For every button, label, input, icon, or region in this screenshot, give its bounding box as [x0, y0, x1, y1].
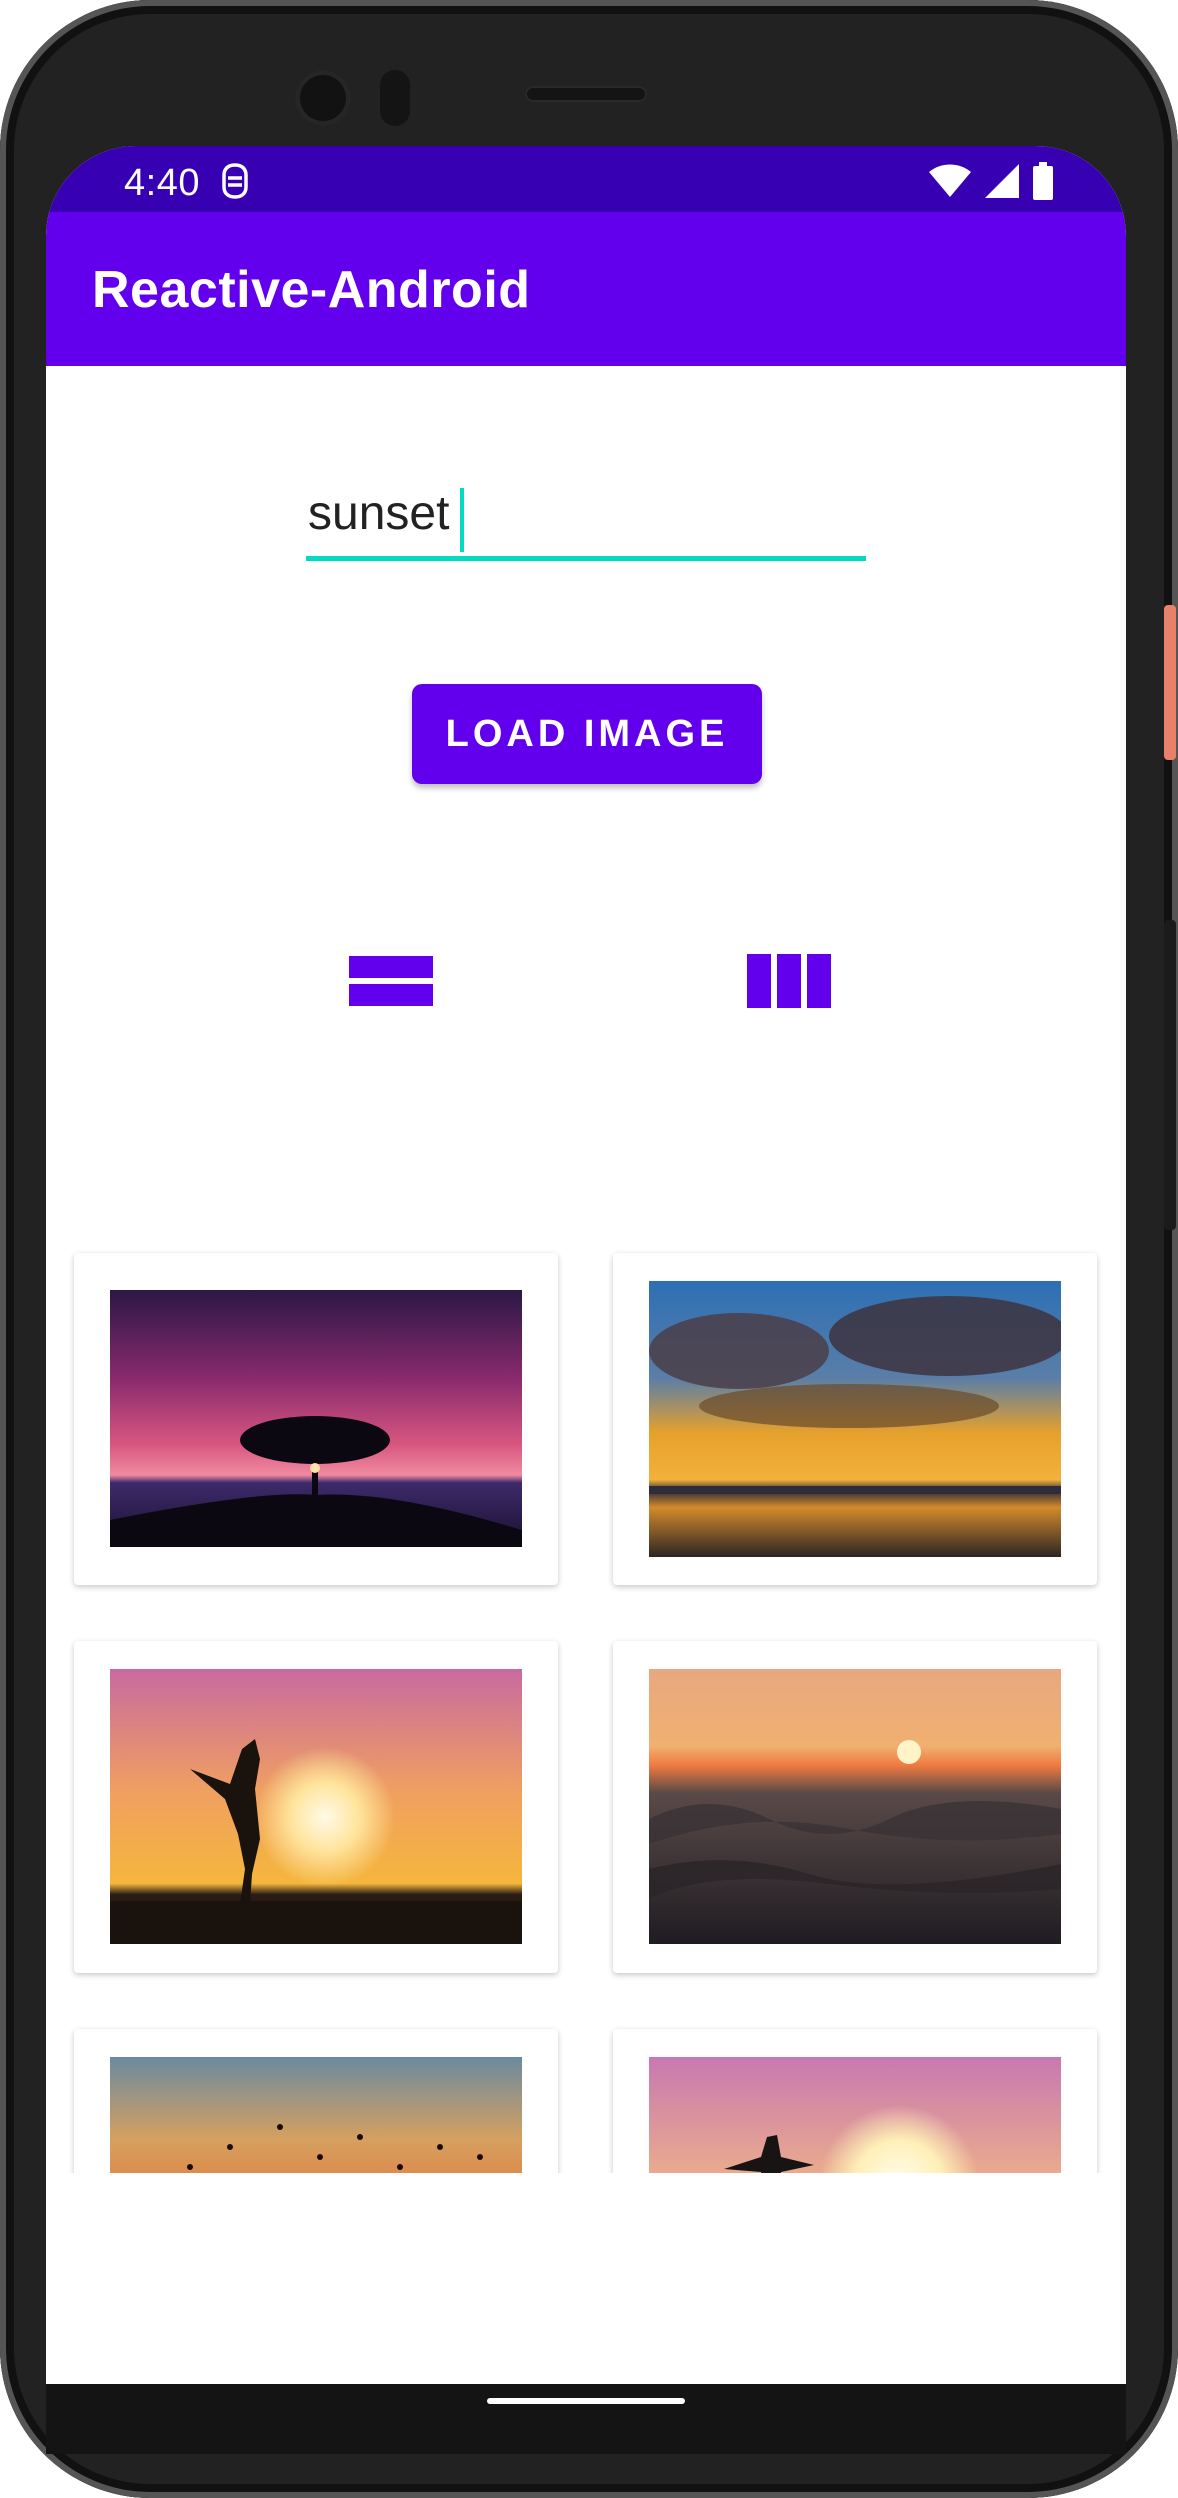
status-icons — [928, 162, 1054, 200]
sunset-clouds-lake-thumbnail — [649, 1281, 1061, 1557]
screen: 4:40 Reactive-Android sunset LOAD IMAGE — [46, 146, 1126, 2384]
list-layout-icon[interactable] — [349, 954, 433, 1008]
image-card[interactable] — [74, 2029, 558, 2173]
power-button — [1164, 605, 1176, 760]
app-bar: Reactive-Android — [46, 212, 1126, 366]
load-image-button[interactable]: LOAD IMAGE — [412, 684, 762, 784]
bottom-bezel — [46, 2384, 1126, 2454]
status-bar: 4:40 — [46, 146, 1126, 212]
image-card[interactable] — [613, 2029, 1097, 2173]
signal-icon — [985, 164, 1019, 198]
earpiece-speaker — [525, 86, 647, 102]
sunset-birds-sky-thumbnail — [110, 2057, 522, 2173]
image-card[interactable] — [74, 1641, 558, 1973]
sunset-pier-woman-thumbnail — [649, 2057, 1061, 2173]
image-card[interactable] — [613, 1253, 1097, 1585]
proximity-sensor — [380, 70, 410, 126]
volume-button — [1164, 920, 1176, 1230]
text-cursor — [460, 488, 464, 552]
sunset-ocean-waves-thumbnail — [649, 1669, 1061, 1944]
sunset-woman-silhouette-thumbnail — [110, 1669, 522, 1944]
dnd-icon — [222, 163, 248, 199]
front-camera — [295, 70, 351, 126]
status-time: 4:40 — [124, 162, 200, 204]
image-card[interactable] — [74, 1253, 558, 1585]
image-card[interactable] — [613, 1641, 1097, 1973]
app-title: Reactive-Android — [92, 261, 531, 319]
grid-layout-icon[interactable] — [747, 954, 831, 1008]
sunset-tree-thumbnail — [110, 1290, 522, 1547]
search-input-value: sunset — [308, 487, 450, 540]
wifi-icon — [929, 164, 971, 197]
search-input[interactable]: sunset — [306, 476, 866, 561]
image-grid — [46, 1101, 1126, 2173]
battery-icon — [1033, 162, 1053, 200]
home-indicator[interactable] — [487, 2398, 685, 2404]
